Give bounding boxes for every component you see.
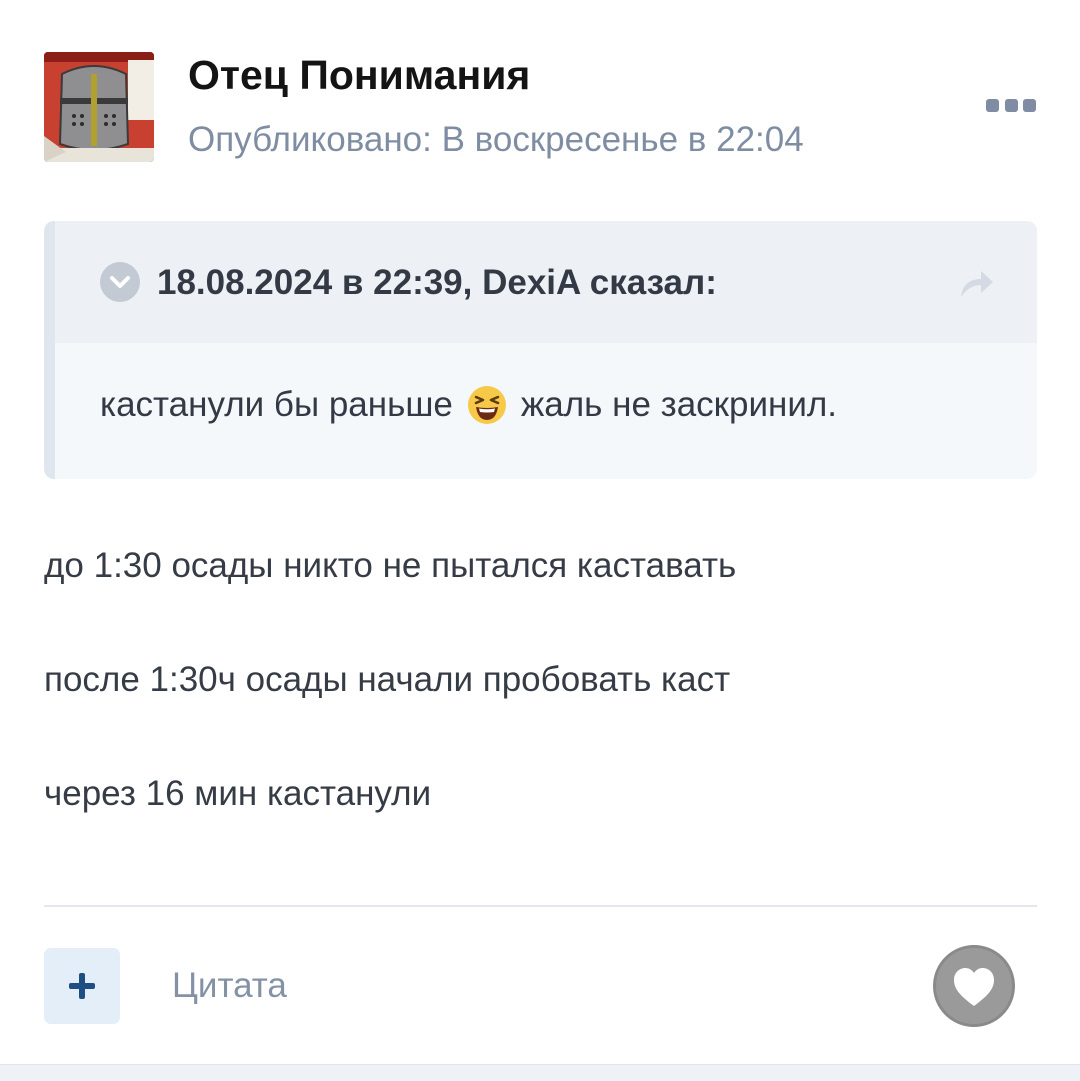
quote-block: 18.08.2024 в 22:39, DexiA сказал: кастан… <box>44 221 1037 479</box>
quote-attribution[interactable]: 18.08.2024 в 22:39, DexiA сказал: <box>157 263 717 303</box>
add-quote-button[interactable] <box>44 948 120 1024</box>
publish-date: Опубликовано: В воскресенье в 22:04 <box>188 120 804 159</box>
quote-text-start: кастанули бы раньше <box>100 385 453 424</box>
quote-text-end: жаль не заскринил. <box>520 385 838 424</box>
heart-icon <box>954 968 994 1006</box>
post-text-line: после 1:30ч осады начали пробовать каст <box>44 660 731 699</box>
bottom-bar <box>0 1064 1080 1081</box>
quote-text: кастанули бы раньше жаль не заскринил. <box>100 385 837 425</box>
chevron-down-icon[interactable] <box>100 262 140 302</box>
plus-icon <box>69 973 95 999</box>
post-text-line: до 1:30 осады никто не пытался каставать <box>44 546 737 585</box>
post-header: Отец Понимания Опубликовано: В воскресен… <box>44 50 1036 165</box>
dot <box>986 98 999 112</box>
laughing-emoji-icon <box>467 385 507 425</box>
share-arrow-icon[interactable] <box>957 265 997 301</box>
quote-header: 18.08.2024 в 22:39, DexiA сказал: <box>55 221 1037 343</box>
dot <box>1004 98 1018 112</box>
dot <box>1023 98 1036 112</box>
like-button[interactable] <box>933 945 1015 1027</box>
post-text-line: через 16 мин кастанули <box>44 774 432 813</box>
more-dots-icon[interactable] <box>986 93 1036 117</box>
author-avatar[interactable] <box>44 52 154 162</box>
divider <box>44 905 1037 907</box>
quote-button[interactable]: Цитата <box>172 966 287 1006</box>
knight-helmet-avatar-icon <box>44 52 154 162</box>
author-name[interactable]: Отец Понимания <box>188 52 530 99</box>
